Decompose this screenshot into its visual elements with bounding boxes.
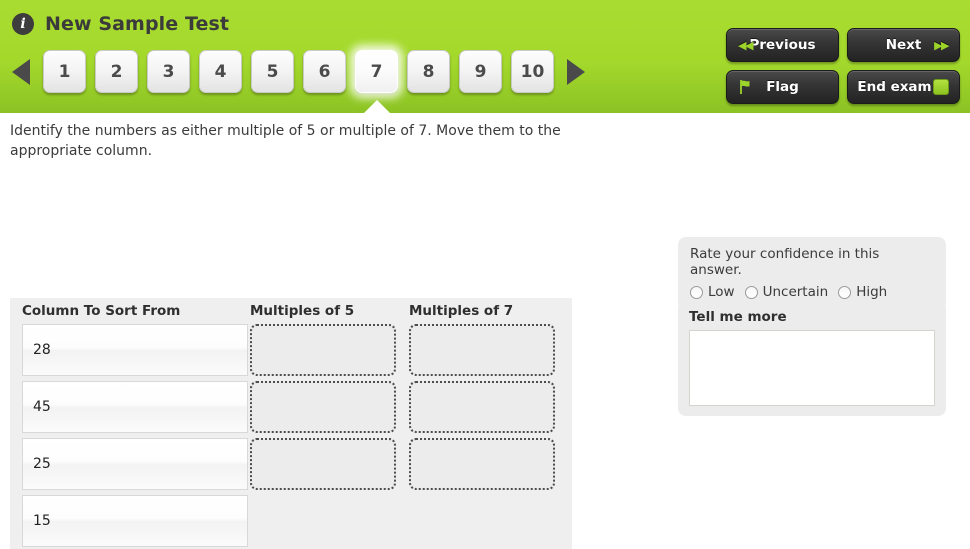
confidence-option-low[interactable]: Low xyxy=(690,284,735,300)
confidence-panel: Rate your confidence in this answer. Low… xyxy=(678,237,946,311)
page-button-label: 2 xyxy=(110,61,123,82)
tell-me-more-label: Tell me more xyxy=(689,309,787,325)
question-text: Identify the numbers as either multiple … xyxy=(10,123,561,159)
left-triangle-icon xyxy=(12,58,30,85)
radio-button-icon[interactable] xyxy=(744,285,758,299)
flag-button-label: Flag xyxy=(766,79,799,95)
next-button[interactable]: Next ▶▶ xyxy=(847,28,960,62)
draggable-item[interactable]: 15 xyxy=(22,495,248,547)
exam-body: Identify the numbers as either multiple … xyxy=(0,113,970,549)
page-button-label: 9 xyxy=(474,61,487,82)
confidence-options: Low Uncertain High xyxy=(690,284,934,300)
page-button-2[interactable]: 2 xyxy=(95,50,138,93)
page-button-label: 7 xyxy=(370,61,383,82)
draggable-item[interactable]: 28 xyxy=(22,324,248,376)
page-button-label: 4 xyxy=(214,61,227,82)
target-column-multiples-of-7: Multiples of 7 xyxy=(409,298,555,495)
confidence-option-label: High xyxy=(856,284,888,300)
page-button-8[interactable]: 8 xyxy=(407,50,450,93)
sorting-panel: Column To Sort From 28 45 25 15 14 49 Mu… xyxy=(10,298,572,549)
end-exam-button-label: End exam xyxy=(857,79,932,95)
target-column-header: Multiples of 5 xyxy=(250,303,355,319)
previous-button-label: Previous xyxy=(749,37,816,53)
exam-action-buttons: ◀◀ Previous Next ▶▶ Flag End exam xyxy=(726,28,960,104)
confidence-prompt: Rate your confidence in this answer. xyxy=(690,246,880,278)
previous-button[interactable]: ◀◀ Previous xyxy=(726,28,839,62)
drop-zone[interactable] xyxy=(250,381,396,433)
drop-zone[interactable] xyxy=(250,324,396,376)
page-button-label: 8 xyxy=(422,61,435,82)
next-page-arrow[interactable] xyxy=(563,58,589,86)
draggable-item[interactable]: 45 xyxy=(22,381,248,433)
double-left-arrow-icon: ◀◀ xyxy=(738,38,753,52)
info-icon: i xyxy=(12,13,34,35)
flag-button[interactable]: Flag xyxy=(726,70,839,104)
source-column-header: Column To Sort From xyxy=(22,303,181,319)
radio-button-icon[interactable] xyxy=(690,285,703,299)
next-button-label: Next xyxy=(885,37,922,53)
drop-zone[interactable] xyxy=(409,324,555,376)
page-button-1[interactable]: 1 xyxy=(43,50,86,93)
page-navigation: 1 2 3 4 5 6 7 8 9 10 xyxy=(8,50,589,93)
drop-zone[interactable] xyxy=(250,438,396,490)
draggable-item[interactable]: 25 xyxy=(22,438,248,490)
confidence-option-label: Low xyxy=(708,284,735,300)
page-button-5[interactable]: 5 xyxy=(251,50,294,93)
double-right-arrow-icon: ▶▶ xyxy=(934,38,949,52)
confidence-option-label: Uncertain xyxy=(762,284,829,300)
page-button-label: 1 xyxy=(58,61,71,82)
exam-header: i New Sample Test 1 2 3 4 5 6 7 8 9 10 ◀… xyxy=(0,0,970,113)
page-button-4[interactable]: 4 xyxy=(199,50,242,93)
tell-me-more-input[interactable] xyxy=(689,330,935,406)
flag-icon xyxy=(740,80,750,94)
page-button-7-active[interactable]: 7 xyxy=(355,50,398,93)
page-button-10[interactable]: 10 xyxy=(511,50,554,93)
page-button-3[interactable]: 3 xyxy=(147,50,190,93)
confidence-option-high[interactable]: High xyxy=(838,284,887,300)
page-title: New Sample Test xyxy=(45,13,230,35)
page-button-label: 5 xyxy=(266,61,279,82)
target-column-multiples-of-5: Multiples of 5 xyxy=(250,298,396,495)
source-column: Column To Sort From 28 45 25 15 14 49 xyxy=(22,298,248,549)
drop-zone[interactable] xyxy=(409,438,555,490)
tell-me-more-panel: Tell me more xyxy=(678,301,946,416)
drop-zone[interactable] xyxy=(409,381,555,433)
target-column-header: Multiples of 7 xyxy=(409,303,514,319)
page-button-label: 10 xyxy=(520,61,545,82)
confidence-option-uncertain[interactable]: Uncertain xyxy=(744,284,829,300)
prev-page-arrow[interactable] xyxy=(8,58,34,86)
page-button-9[interactable]: 9 xyxy=(459,50,502,93)
page-button-label: 3 xyxy=(162,61,175,82)
green-square-icon xyxy=(933,79,949,95)
end-exam-button[interactable]: End exam xyxy=(847,70,960,104)
radio-button-icon[interactable] xyxy=(838,285,852,299)
page-button-6[interactable]: 6 xyxy=(303,50,346,93)
right-triangle-icon xyxy=(567,58,585,85)
page-button-label: 6 xyxy=(318,61,331,82)
